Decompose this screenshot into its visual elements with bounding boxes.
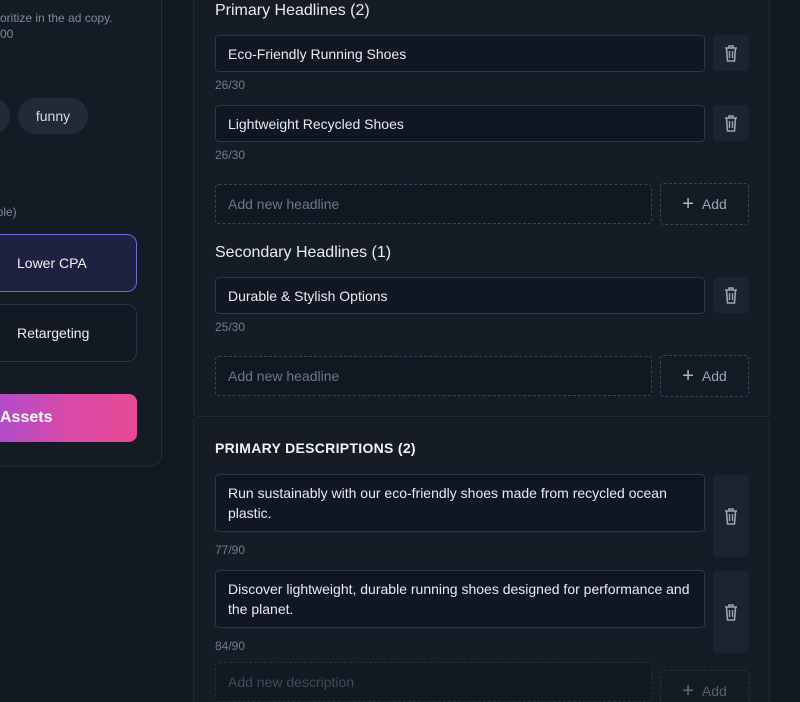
trash-icon	[725, 287, 737, 304]
trash-icon	[725, 508, 737, 525]
char-count: 84/90	[215, 639, 246, 653]
descriptions-section	[193, 418, 770, 702]
new-description-input[interactable]: Add new description	[215, 662, 652, 702]
goal-label: Retargeting	[17, 325, 90, 341]
description-input[interactable]: Run sustainably with our eco-friendly sh…	[215, 474, 705, 532]
delete-description-button[interactable]	[713, 475, 749, 557]
headline-text: Lightweight Recycled Shoes	[228, 115, 404, 132]
plus-icon: +	[682, 680, 694, 702]
primary-descriptions-title: PRIMARY DESCRIPTIONS (2)	[215, 440, 416, 456]
tone-chip-funny[interactable]: funny	[18, 98, 88, 134]
char-count: 26/30	[215, 78, 246, 92]
new-headline-input[interactable]: Add new headline	[215, 184, 652, 224]
delete-description-button[interactable]	[713, 571, 749, 653]
goal-option-lower-cpa[interactable]: Lower CPA	[0, 234, 137, 292]
char-count: 77/90	[215, 543, 246, 557]
trash-icon	[725, 115, 737, 132]
hint-line-2: 00	[0, 27, 14, 41]
add-label: Add	[701, 368, 727, 384]
delete-headline-button[interactable]	[713, 277, 749, 313]
headline-input[interactable]: Eco-Friendly Running Shoes	[215, 35, 705, 72]
add-headline-button[interactable]: + Add	[660, 355, 749, 397]
add-headline-button[interactable]: + Add	[660, 183, 749, 225]
new-headline-input[interactable]: Add new headline	[215, 356, 652, 396]
delete-headline-button[interactable]	[713, 35, 749, 71]
new-description-placeholder: Add new description	[228, 674, 355, 690]
headline-text: Durable & Stylish Options	[228, 287, 388, 304]
generate-assets-button[interactable]: Assets	[0, 394, 137, 442]
goal-label: Lower CPA	[17, 255, 87, 271]
trash-icon	[725, 604, 737, 621]
add-description-button[interactable]: + Add	[660, 670, 749, 702]
headline-input[interactable]: Lightweight Recycled Shoes	[215, 105, 705, 142]
new-headline-placeholder: Add new headline	[228, 196, 340, 212]
generate-assets-label: Assets	[0, 409, 53, 426]
page: oritize in the ad copy. 00 funny iple) L…	[0, 0, 800, 702]
new-headline-placeholder: Add new headline	[228, 368, 340, 384]
char-count: 25/30	[215, 320, 246, 334]
add-label: Add	[701, 196, 727, 212]
add-label: Add	[701, 683, 727, 699]
multi-select-hint: iple)	[0, 205, 17, 219]
secondary-headlines-title: Secondary Headlines (1)	[215, 244, 392, 261]
hint-line-1: oritize in the ad copy.	[0, 11, 113, 25]
goal-option-retargeting[interactable]: Retargeting	[0, 304, 137, 362]
headline-input[interactable]: Durable & Stylish Options	[215, 277, 705, 314]
delete-headline-button[interactable]	[713, 105, 749, 141]
headline-text: Eco-Friendly Running Shoes	[228, 45, 407, 62]
plus-icon: +	[682, 193, 694, 215]
trash-icon	[725, 45, 737, 62]
plus-icon: +	[682, 365, 694, 387]
tone-chip-label: funny	[35, 108, 71, 124]
description-text: Run sustainably with our eco-friendly sh…	[228, 485, 667, 521]
char-count: 26/30	[215, 148, 246, 162]
description-input[interactable]: Discover lightweight, durable running sh…	[215, 570, 705, 628]
primary-headlines-title: Primary Headlines (2)	[215, 2, 370, 19]
keyword-hint: oritize in the ad copy. 00	[0, 10, 113, 42]
description-text: Discover lightweight, durable running sh…	[228, 581, 690, 617]
